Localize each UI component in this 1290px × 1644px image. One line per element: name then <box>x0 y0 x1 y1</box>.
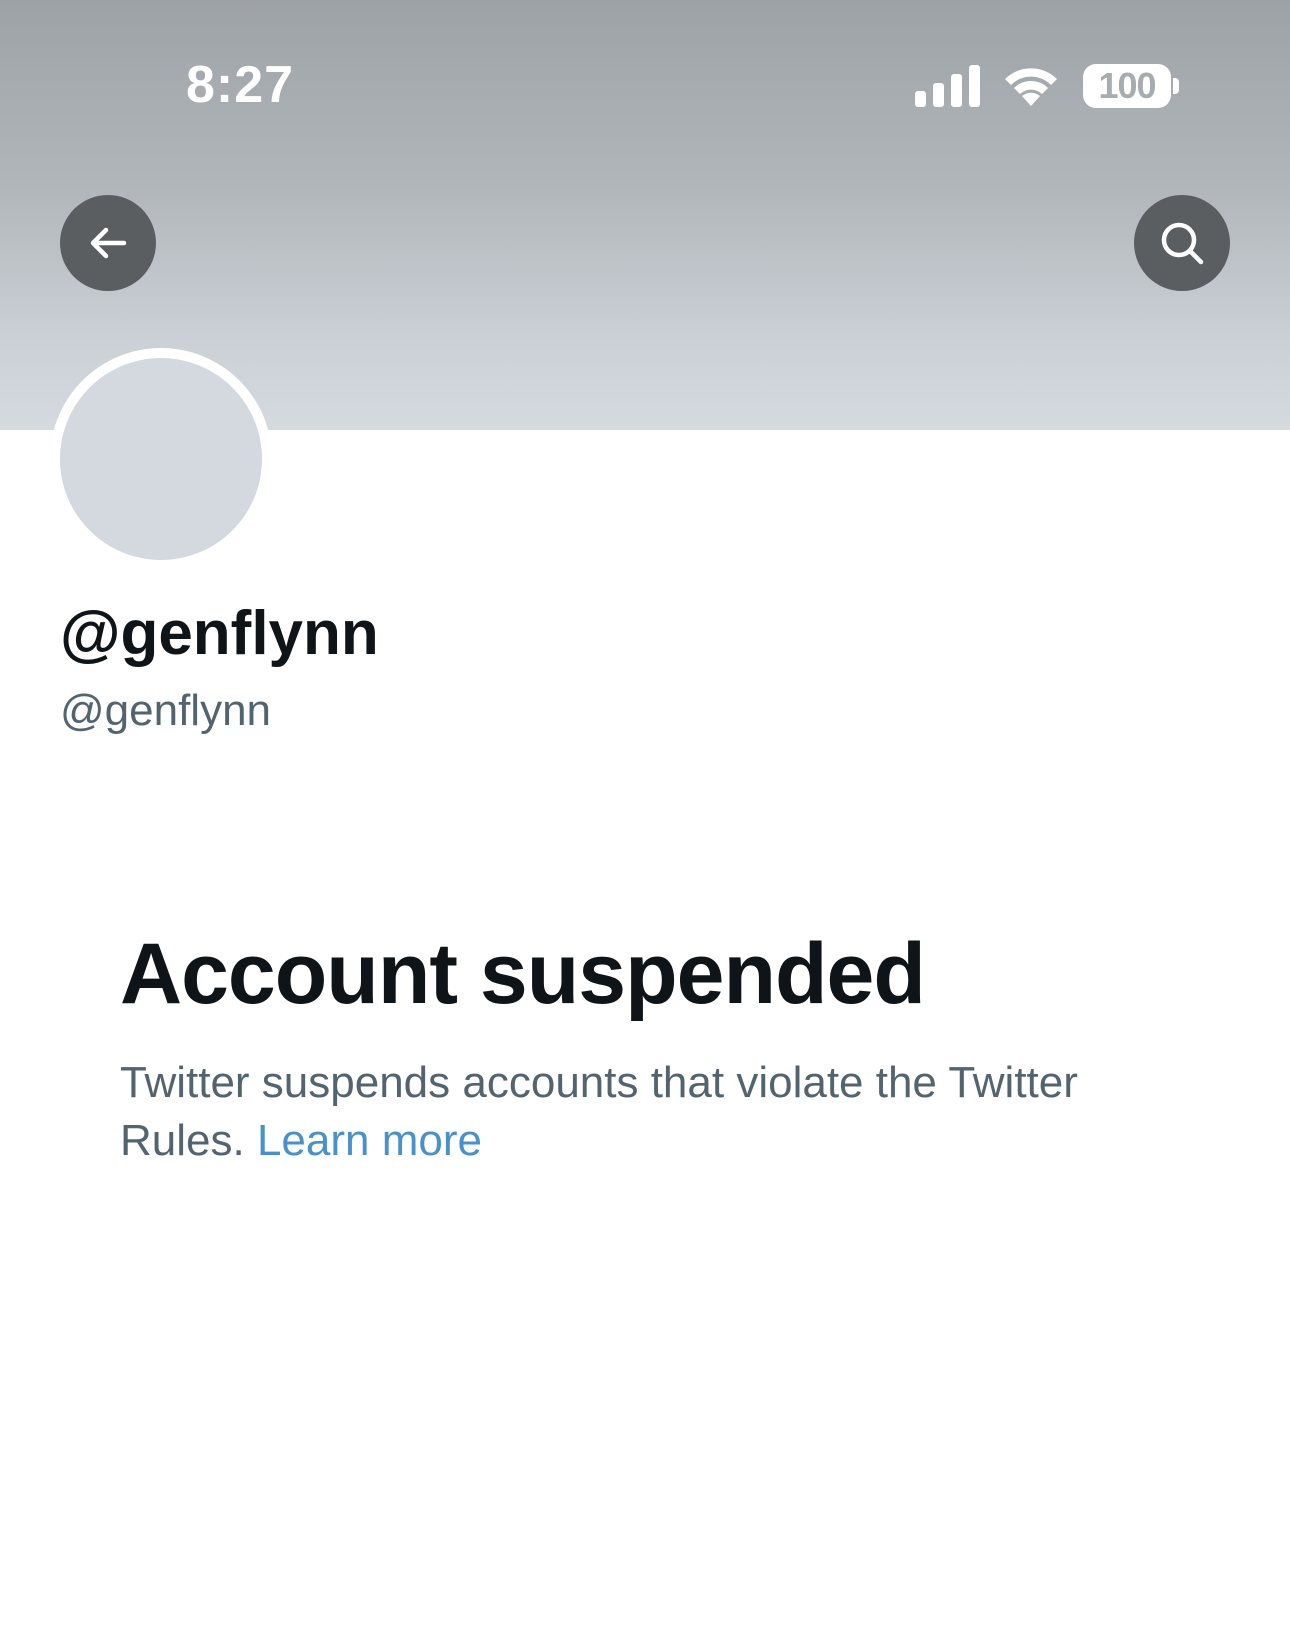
profile-page: 8:27 100 @genflynn @genflynn Account sus… <box>0 0 1290 1644</box>
arrow-left-icon <box>90 227 127 259</box>
learn-more-link[interactable]: Learn more <box>257 1116 482 1165</box>
search-button[interactable] <box>1134 195 1230 291</box>
suspended-title: Account suspended <box>120 926 926 1022</box>
signal-icon <box>915 65 980 107</box>
wifi-icon <box>1005 68 1057 106</box>
battery-cap <box>1173 78 1179 94</box>
battery-level: 100 <box>1098 65 1156 106</box>
status-bar: 8:27 100 <box>0 0 1290 150</box>
suspended-message: Twitter suspends accounts that violate t… <box>120 1054 1080 1170</box>
avatar[interactable] <box>60 358 262 560</box>
profile-display-name: @genflynn <box>60 599 379 668</box>
back-button[interactable] <box>60 195 156 291</box>
search-icon <box>1161 222 1204 265</box>
battery-icon: 100 <box>1083 64 1179 108</box>
profile-handle: @genflynn <box>60 686 272 735</box>
status-time: 8:27 <box>186 56 295 114</box>
battery-body: 100 <box>1083 64 1171 108</box>
